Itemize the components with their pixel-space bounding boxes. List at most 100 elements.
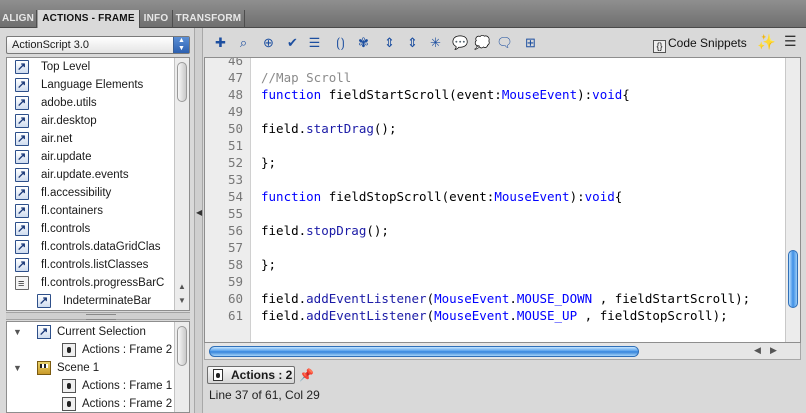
expand-triangle-icon[interactable]: ▼ xyxy=(13,359,22,377)
collapse-arrow-icon[interactable]: ◀ xyxy=(196,208,202,217)
scroll-up-arrow-icon[interactable]: ▲ xyxy=(178,282,186,291)
show-hide-toolbox-icon[interactable]: ⊞ xyxy=(522,34,539,51)
comment-block-icon[interactable]: 💬 xyxy=(452,34,469,51)
toolbox-item-label: fl.controls.dataGridClas xyxy=(41,241,161,253)
toolbox-item[interactable]: adobe.utils xyxy=(7,94,175,112)
target-icon[interactable]: ⊕ xyxy=(260,34,277,51)
editor-vertical-scrollbar[interactable] xyxy=(785,58,800,342)
line-number: 55 xyxy=(227,206,243,221)
code-hint-icon[interactable]: ⟮⟯ xyxy=(332,34,349,51)
package-icon xyxy=(15,94,29,112)
navigator-scrollbar[interactable] xyxy=(174,322,189,412)
auto-format-icon[interactable]: ☰ xyxy=(306,34,323,51)
editor-status-area: Actions : 2 📌 Line 37 of 61, Col 29 xyxy=(204,362,806,413)
editor-horizontal-scroll-thumb[interactable] xyxy=(209,346,639,357)
toolbox-item[interactable]: fl.controls.progressBarC xyxy=(7,274,175,292)
collapse-between-icon[interactable]: ⇕ xyxy=(381,34,398,51)
toolbox-item[interactable]: air.update xyxy=(7,148,175,166)
package-icon xyxy=(15,148,29,166)
language-select-value: ActionScript 3.0 xyxy=(12,39,90,51)
toolbox-item[interactable]: fl.accessibility xyxy=(7,184,175,202)
code-line[interactable]: }; xyxy=(261,154,276,171)
code-token: void xyxy=(584,189,615,204)
scroll-left-arrow-icon[interactable]: ◀ xyxy=(754,345,761,356)
code-token: }; xyxy=(261,257,277,272)
toolbox-item-label: IndeterminateBar xyxy=(63,295,152,307)
navigator-item[interactable]: Actions : Frame 2 xyxy=(7,341,175,359)
code-line[interactable]: field.stopDrag(); xyxy=(261,222,389,239)
pin-script-icon[interactable]: 📌 xyxy=(299,368,314,382)
navigator-item[interactable]: Actions : Frame 1 xyxy=(7,377,175,395)
tab-transform[interactable]: TRANSFORM xyxy=(173,10,245,28)
code-line[interactable]: //Map Scroll xyxy=(261,69,351,86)
collapse-toolbox-handle[interactable]: ◀ xyxy=(195,28,203,413)
code-token: fieldStartScroll(event: xyxy=(321,87,502,102)
select-arrows-icon[interactable]: ▲ ▼ xyxy=(173,37,189,53)
code-token: MOUSE_DOWN xyxy=(516,291,593,306)
code-line[interactable]: function fieldStopScroll(event:MouseEven… xyxy=(261,188,622,205)
code-token: addEventListener xyxy=(306,308,427,323)
editor-vertical-scroll-thumb[interactable] xyxy=(788,250,798,308)
code-token: function xyxy=(261,87,322,102)
expand-all-icon[interactable]: ✳ xyxy=(427,34,444,51)
find-icon[interactable]: ⌕ xyxy=(235,34,252,51)
toolbox-item-label: air.desktop xyxy=(41,115,97,127)
line-number: 47 xyxy=(227,70,243,85)
code-line[interactable]: field.addEventListener(MouseEvent.MOUSE_… xyxy=(261,290,750,307)
line-number: 54 xyxy=(227,189,243,204)
package-icon xyxy=(15,58,29,76)
code-line[interactable]: field.startDrag(); xyxy=(261,120,396,137)
navigator-scroll-thumb[interactable] xyxy=(177,326,187,366)
add-icon[interactable]: ✚ xyxy=(212,34,229,51)
toolbox-item-label: air.update xyxy=(41,151,92,163)
toolbox-item[interactable]: fl.containers xyxy=(7,202,175,220)
panel-menu-icon[interactable]: ☰ xyxy=(784,33,797,50)
panel-splitter[interactable] xyxy=(6,312,190,320)
tab-info[interactable]: INFO xyxy=(140,10,173,28)
toolbox-scrollbar[interactable]: ▲ ▼ xyxy=(174,58,189,310)
code-line[interactable]: field.addEventListener(MouseEvent.MOUSE_… xyxy=(261,307,728,324)
toolbox-item-label: Top Level xyxy=(41,61,91,73)
script-editor[interactable]: 46 47 //Map Scroll 48 function fieldStartScr… xyxy=(204,57,801,343)
check-syntax-icon[interactable]: ✔ xyxy=(284,34,301,51)
scroll-right-arrow-icon[interactable]: ▶ xyxy=(770,345,777,356)
package-icon xyxy=(15,184,29,202)
code-snippets-button[interactable]: {} Code Snippets xyxy=(653,35,747,53)
comment-line-icon[interactable]: 💭 xyxy=(474,34,491,51)
tab-align[interactable]: ALIGN xyxy=(0,10,37,28)
scroll-down-arrow-icon[interactable]: ▼ xyxy=(178,296,186,305)
navigator-item[interactable]: ▼ Current Selection xyxy=(7,323,175,341)
toolbox-item[interactable]: fl.controls.listClasses xyxy=(7,256,175,274)
toolbox-item[interactable]: air.desktop xyxy=(7,112,175,130)
navigator-item[interactable]: ▼ Scene 1 xyxy=(7,359,175,377)
toolbox-item[interactable]: IndeterminateBar xyxy=(29,292,189,310)
toolbox-scroll-thumb[interactable] xyxy=(177,62,187,102)
code-token: function xyxy=(261,189,322,204)
toolbox-item-label: air.net xyxy=(41,133,73,145)
debug-icon[interactable]: ✾ xyxy=(355,34,372,51)
expand-triangle-icon[interactable]: ▼ xyxy=(13,323,22,341)
navigator-item[interactable]: Actions : Frame 2 xyxy=(7,395,175,412)
toolbox-item[interactable]: fl.controls xyxy=(7,220,175,238)
toolbox-item[interactable]: air.update.events xyxy=(7,166,175,184)
toolbox-item[interactable]: fl.controls.dataGridClas xyxy=(7,238,175,256)
code-line[interactable]: function fieldStartScroll(event:MouseEve… xyxy=(261,86,630,103)
collapse-selection-icon[interactable]: ⇕ xyxy=(404,34,421,51)
toolbox-item[interactable]: Language Elements xyxy=(7,76,175,94)
remove-comment-icon[interactable]: 🗨 xyxy=(496,34,513,51)
script-assist-wand-icon[interactable]: ✨ xyxy=(757,33,776,51)
line-number: 49 xyxy=(227,104,243,119)
toolbox-item[interactable]: air.net xyxy=(7,130,175,148)
toolbox-list: Top Level Language Elements adobe.utils air… xyxy=(6,57,190,311)
code-token: (); xyxy=(366,223,389,238)
code-token: //Map Scroll xyxy=(261,70,352,85)
toolbox-item-label: fl.accessibility xyxy=(41,187,112,199)
language-select[interactable]: ActionScript 3.0 ▲ ▼ xyxy=(6,36,190,54)
editor-horizontal-scrollbar[interactable]: ◀ ▶ xyxy=(204,343,801,360)
tab-actions-frame[interactable]: ACTIONS - FRAME xyxy=(37,10,140,29)
script-tab-actions-2[interactable]: Actions : 2 xyxy=(207,366,295,384)
toolbox-item[interactable]: Top Level xyxy=(7,58,175,76)
package-icon xyxy=(15,238,29,256)
code-line[interactable]: }; xyxy=(261,256,276,273)
line-number: 46 xyxy=(227,57,243,68)
